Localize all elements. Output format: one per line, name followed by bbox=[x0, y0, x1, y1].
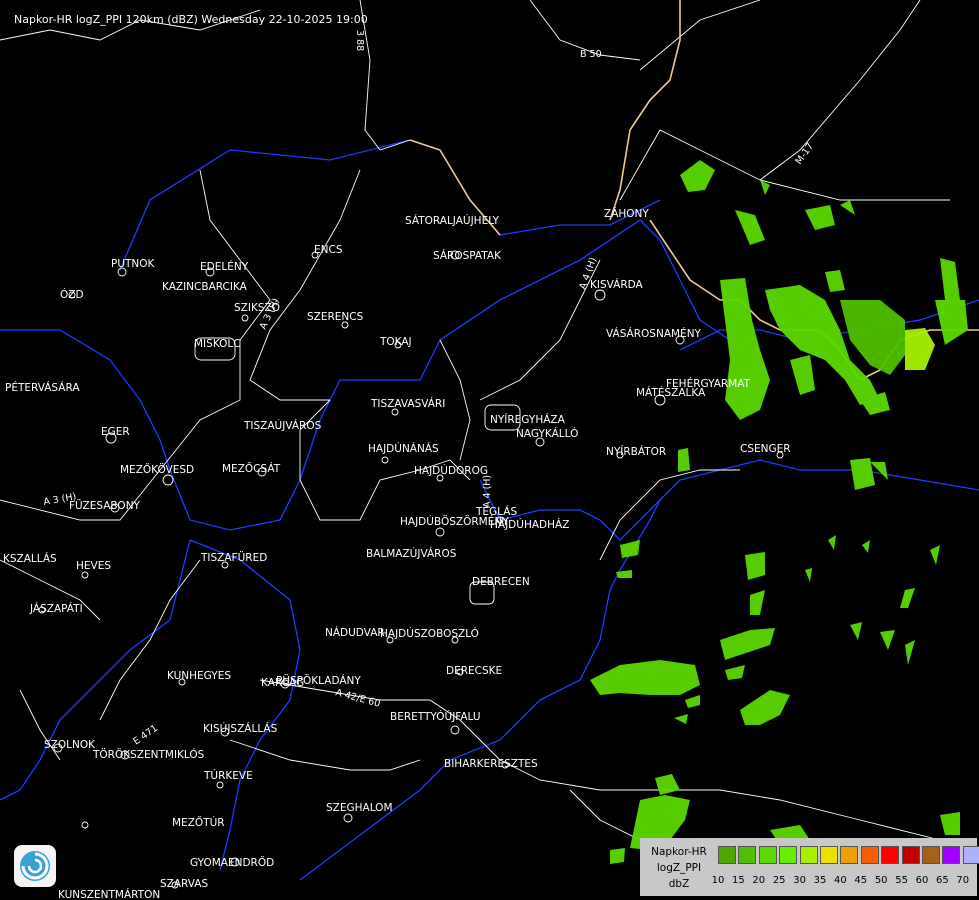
legend-title-line: Napkor-HR bbox=[651, 846, 707, 858]
city-label: ÓZD bbox=[60, 288, 84, 301]
radar-echoes bbox=[590, 160, 968, 864]
legend-tick-label: 25 bbox=[772, 875, 786, 886]
legend-swatch bbox=[901, 846, 920, 864]
city-label: HAJDÚHADHÁZ bbox=[490, 518, 569, 531]
legend-tick-label: 15 bbox=[732, 875, 745, 886]
city-label: ENCS bbox=[314, 244, 343, 256]
city-label: NÁDUDVAR bbox=[325, 626, 385, 639]
city-label: HEVES bbox=[76, 560, 111, 572]
legend-tick-label: 35 bbox=[813, 875, 827, 886]
road-label: M-17 bbox=[793, 141, 816, 167]
city-label: NAGYKÁLLÓ bbox=[516, 427, 578, 440]
city-label: SÁTORALJAÚJHELY bbox=[405, 214, 500, 227]
city-label: HAJDÚDOROG bbox=[414, 464, 488, 477]
city-label: NYÍRBÁTOR bbox=[606, 445, 666, 458]
city-label: TISZAFÜRED bbox=[200, 551, 267, 564]
legend-tick-label: 70 bbox=[956, 875, 970, 886]
legend-swatch bbox=[942, 846, 961, 864]
city-label: PÉTERVÁSÁRA bbox=[5, 381, 80, 394]
legend-tick-label: 20 bbox=[752, 875, 766, 886]
legend-swatch bbox=[758, 846, 777, 864]
city-label: SZERENCS bbox=[307, 311, 364, 323]
city-labels: SÁTORALJAÚJHELY SÁROSPATAK ZÁHONY KISVÁR… bbox=[3, 207, 791, 900]
city-label: KSZALLÁS bbox=[3, 552, 57, 565]
city-label: KISVÁRDA bbox=[590, 278, 644, 291]
city-label: MÁTÉSZALKA bbox=[636, 386, 706, 399]
city-label: TISZAÚJVÁROS bbox=[243, 419, 322, 432]
city-label: TOKAJ bbox=[379, 336, 412, 348]
city-label: BERETTYÓÚJFALU bbox=[390, 710, 481, 723]
road-label: B 50 bbox=[580, 49, 602, 60]
legend-unit: dbZ bbox=[668, 878, 690, 890]
city-label: MEZŐCSÁT bbox=[222, 461, 281, 475]
legend-swatch bbox=[840, 846, 859, 864]
city-label: KISÚJSZÁLLÁS bbox=[203, 722, 278, 735]
legend-swatch bbox=[922, 846, 940, 864]
city-label: VÁSÁROSNAMÉNY bbox=[606, 327, 702, 340]
city-label: PÜSPÖKLADÁNY bbox=[276, 674, 361, 687]
road-label: E 471 bbox=[131, 723, 160, 748]
city-label: CSENGER bbox=[740, 443, 791, 455]
radar-map: B 50 M-17 A 4 (H) A 4 (H) A 3 (H) A 3 (H… bbox=[0, 0, 979, 900]
city-label: DERECSKE bbox=[446, 665, 502, 677]
city-label: TÚRKEVE bbox=[203, 769, 253, 782]
map-title: Napkor-HR logZ_PPI 120km (dBZ) Wednesday… bbox=[14, 13, 368, 26]
city-label: NYÍREGYHÁZA bbox=[490, 413, 566, 426]
met-service-logo bbox=[14, 845, 56, 887]
city-label: BALMAZÚJVÁROS bbox=[366, 547, 457, 560]
city-label: SZARVAS bbox=[160, 878, 208, 890]
dbz-legend: Napkor-HR logZ_PPI dbZ 10 15 20 25 30 35 40 45 5… bbox=[640, 838, 979, 896]
city-label: GYOMAENDRŐD bbox=[190, 855, 274, 869]
legend-tick-label: 45 bbox=[854, 875, 868, 886]
road-label: A 42/E 60 bbox=[334, 687, 381, 710]
legend-swatch bbox=[881, 846, 900, 864]
city-label: KUNSZENTMÁRTON bbox=[58, 888, 160, 900]
city-label: PUTNOK bbox=[111, 258, 156, 270]
city-label: SZOLNOK bbox=[44, 739, 96, 751]
city-label: FÜZESABONY bbox=[69, 499, 141, 512]
legend-tick-label: 30 bbox=[793, 875, 806, 886]
city-label: TISZAVASVÁRI bbox=[370, 397, 445, 410]
city-label: MEZŐKÖVESD bbox=[120, 462, 194, 476]
city-label: ZÁHONY bbox=[604, 207, 649, 220]
city-label: KUNHEGYES bbox=[167, 670, 231, 682]
city-label: SZIKSZÓ bbox=[234, 301, 280, 314]
legend-swatch bbox=[718, 846, 736, 864]
city-label: HAJDÚNÁNÁS bbox=[368, 442, 439, 455]
city-label: EGER bbox=[101, 426, 130, 438]
legend-tick-label: 10 bbox=[711, 875, 725, 886]
legend-tick-label: 50 bbox=[874, 875, 888, 886]
legend-swatch bbox=[799, 846, 818, 864]
legend-swatch bbox=[738, 846, 757, 864]
road-label: A 4 (H) bbox=[482, 475, 493, 508]
legend-tick-label: 55 bbox=[895, 875, 908, 886]
legend-swatch bbox=[860, 846, 879, 864]
city-label: JÁSZAPÁTI bbox=[29, 602, 83, 615]
road-label: 3 88 bbox=[354, 30, 365, 51]
city-label: DEBRECEN bbox=[472, 576, 530, 588]
city-label: EDELÉNY bbox=[200, 260, 249, 273]
legend-tick-label: 60 bbox=[915, 875, 929, 886]
legend-tick-label: 65 bbox=[936, 875, 949, 886]
city-label: SZEGHALOM bbox=[326, 802, 393, 814]
city-label: BIHARKERESZTES bbox=[444, 758, 538, 770]
legend-swatch bbox=[962, 846, 979, 864]
city-label: TÖRÖKSZENTMIKLÓS bbox=[92, 748, 205, 761]
city-label: MISKOLC bbox=[194, 338, 241, 350]
legend-tick-label: 40 bbox=[834, 875, 847, 886]
legend-title-line: logZ_PPI bbox=[656, 862, 702, 874]
legend-swatch bbox=[779, 846, 798, 864]
city-label: MEZŐTÚR bbox=[172, 815, 225, 829]
city-label: SÁROSPATAK bbox=[433, 249, 502, 262]
city-label: HAJDÚSZOBOSZLÓ bbox=[380, 627, 479, 640]
legend-swatch bbox=[820, 846, 838, 864]
city-label: KAZINCBARCIKA bbox=[162, 281, 248, 293]
